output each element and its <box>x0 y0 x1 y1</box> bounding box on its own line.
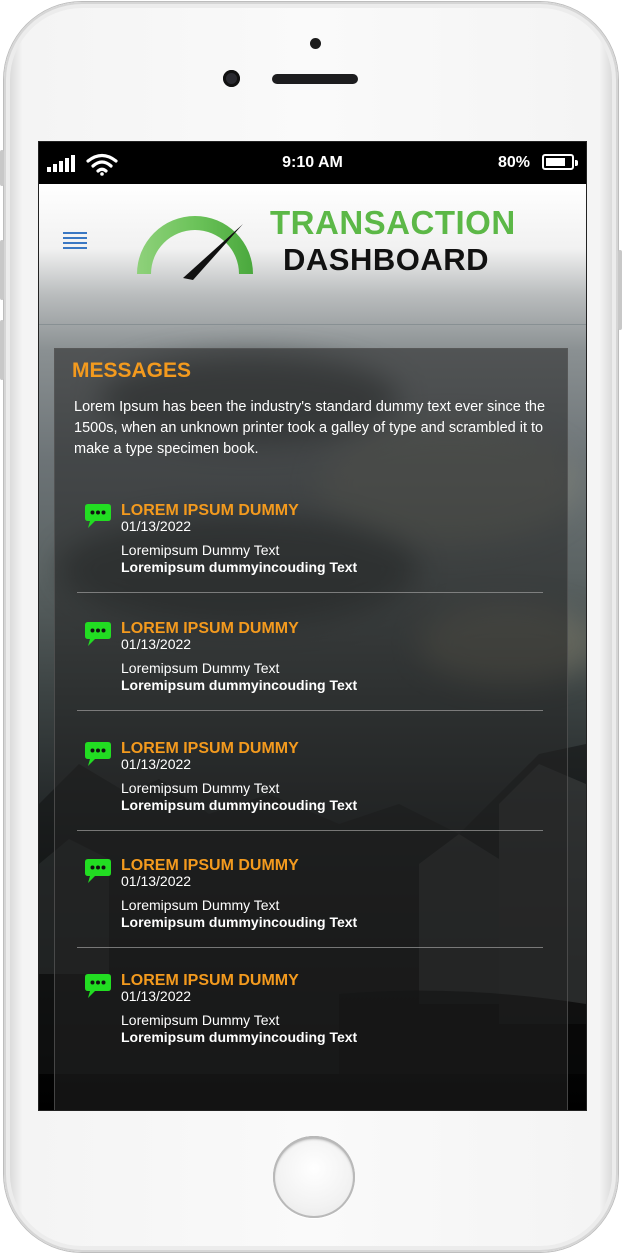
chat-bubble-icon <box>85 622 111 646</box>
message-item[interactable]: LOREM IPSUM DUMMY 01/13/2022 Loremipsum … <box>77 615 543 733</box>
home-button[interactable] <box>273 1136 355 1218</box>
volume-up-button <box>0 240 4 300</box>
earpiece-speaker <box>272 74 358 84</box>
messages-description: Lorem Ipsum has been the industry's stan… <box>74 399 546 457</box>
message-line1: Loremipsum Dummy Text <box>121 660 280 676</box>
hamburger-menu-icon[interactable] <box>63 232 87 252</box>
message-line2: Loremipsum dummyincouding Text <box>121 559 358 575</box>
message-line1: Loremipsum Dummy Text <box>121 1012 280 1028</box>
message-divider <box>77 710 543 711</box>
chat-bubble-icon <box>85 742 111 766</box>
messages-panel: MESSAGES Lorem Ipsum has been the indust… <box>54 348 568 1110</box>
message-date: 01/13/2022 <box>121 756 192 772</box>
message-line1: Loremipsum Dummy Text <box>121 542 280 558</box>
proximity-sensor <box>310 38 321 49</box>
front-camera <box>223 70 240 87</box>
chat-bubble-icon <box>85 504 111 528</box>
message-divider <box>77 830 543 831</box>
message-item[interactable]: LOREM IPSUM DUMMY 01/13/2022 Loremipsum … <box>77 497 543 615</box>
message-date: 01/13/2022 <box>121 873 192 889</box>
battery-icon <box>542 154 578 170</box>
message-date: 01/13/2022 <box>121 988 192 1004</box>
battery-percentage: 80% <box>497 154 530 171</box>
volume-down-button <box>0 320 4 380</box>
mute-switch <box>0 150 4 186</box>
status-bar: 9:10 AM 80% <box>39 142 586 184</box>
chat-bubble-icon <box>85 859 111 883</box>
brand-title-line1: TRANSACTION <box>270 204 516 241</box>
message-line2: Loremipsum dummyincouding Text <box>121 677 358 693</box>
message-divider <box>77 947 543 948</box>
message-line2: Loremipsum dummyincouding Text <box>121 1029 358 1045</box>
message-divider <box>77 592 543 593</box>
message-date: 01/13/2022 <box>121 518 192 534</box>
message-item[interactable]: LOREM IPSUM DUMMY 01/13/2022 Loremipsum … <box>77 735 543 853</box>
app-header: TRANSACTION DASHBOARD <box>39 184 586 324</box>
phone-screen: 9:10 AM 80% TRANSACTION DASHBOARD MESSAG… <box>38 141 587 1111</box>
chat-bubble-icon <box>85 974 111 998</box>
message-item[interactable]: LOREM IPSUM DUMMY 01/13/2022 Loremipsum … <box>77 852 543 970</box>
header-divider <box>39 324 586 325</box>
brand-title-line2: DASHBOARD <box>283 242 489 277</box>
message-line2: Loremipsum dummyincouding Text <box>121 914 358 930</box>
power-button <box>618 250 622 330</box>
message-item[interactable]: LOREM IPSUM DUMMY 01/13/2022 Loremipsum … <box>77 967 543 1085</box>
message-date: 01/13/2022 <box>121 636 192 652</box>
message-line1: Loremipsum Dummy Text <box>121 897 280 913</box>
message-line2: Loremipsum dummyincouding Text <box>121 797 358 813</box>
messages-title: MESSAGES <box>72 359 192 382</box>
gauge-speedometer-icon <box>137 216 253 280</box>
message-line1: Loremipsum Dummy Text <box>121 780 280 796</box>
